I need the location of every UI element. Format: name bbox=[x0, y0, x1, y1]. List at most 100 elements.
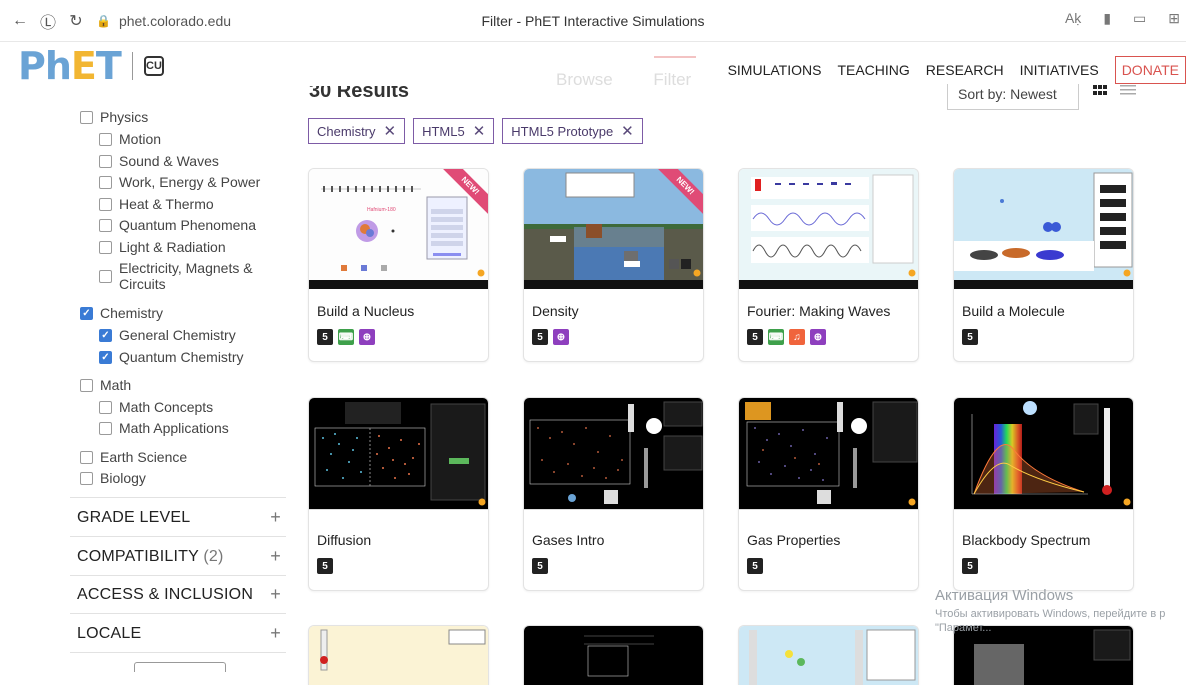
section-compatibility[interactable]: COMPATIBILITY (2) + bbox=[77, 547, 281, 566]
nav-teaching[interactable]: TEACHING bbox=[837, 62, 909, 78]
filter-sound-waves[interactable]: Sound & Waves bbox=[99, 153, 219, 169]
sim-card-row3-2[interactable] bbox=[523, 625, 704, 685]
sim-thumbnail[interactable] bbox=[309, 626, 489, 685]
filter-chemistry[interactable]: ✓ Chemistry bbox=[80, 305, 163, 321]
sim-thumbnail[interactable] bbox=[739, 626, 919, 685]
bookmark-icon[interactable]: ▮ bbox=[1103, 10, 1111, 27]
close-icon[interactable]: ✕ bbox=[621, 122, 634, 140]
filter-work-energy-power[interactable]: Work, Energy & Power bbox=[99, 174, 260, 190]
filter-math-applications[interactable]: Math Applications bbox=[99, 420, 229, 436]
nav-simulations[interactable]: SIMULATIONS bbox=[728, 62, 822, 78]
grid-view-icon[interactable] bbox=[1093, 85, 1107, 95]
back-icon[interactable]: ← bbox=[6, 7, 34, 35]
checkbox[interactable] bbox=[99, 241, 112, 254]
checkbox-checked[interactable]: ✓ bbox=[99, 351, 112, 364]
donate-button[interactable]: DONATE bbox=[1114, 56, 1186, 84]
checkbox[interactable] bbox=[99, 133, 112, 146]
html5-icon: 5 bbox=[317, 558, 333, 574]
sim-card-fourier[interactable]: Fourier: Making Waves 5 ⌨ ♫ ⊕ bbox=[738, 168, 919, 362]
cu-boulder-icon[interactable]: CU bbox=[144, 56, 164, 76]
reset-filters-button[interactable] bbox=[134, 662, 226, 672]
sim-thumbnail[interactable] bbox=[954, 626, 1134, 685]
sim-card-gases-intro[interactable]: Gases Intro 5 bbox=[523, 397, 704, 591]
checkbox-checked[interactable]: ✓ bbox=[99, 329, 112, 342]
checkbox[interactable] bbox=[99, 270, 112, 283]
close-icon[interactable]: ✕ bbox=[473, 122, 486, 140]
filter-math[interactable]: Math bbox=[80, 377, 131, 393]
filter-physics[interactable]: Physics bbox=[80, 109, 148, 125]
nav-initiatives[interactable]: INITIATIVES bbox=[1020, 62, 1099, 78]
sim-thumbnail[interactable] bbox=[524, 626, 704, 685]
checkbox[interactable] bbox=[99, 401, 112, 414]
section-locale[interactable]: LOCALE + bbox=[77, 624, 281, 643]
checkbox-checked[interactable]: ✓ bbox=[80, 307, 93, 320]
plus-icon[interactable]: + bbox=[270, 508, 281, 527]
plus-icon[interactable]: + bbox=[270, 547, 281, 566]
sim-title[interactable]: Gases Intro bbox=[532, 532, 703, 548]
section-access-inclusion[interactable]: ACCESS & INCLUSION + bbox=[77, 585, 281, 604]
chip-chemistry[interactable]: Chemistry ✕ bbox=[308, 118, 406, 144]
sim-title[interactable]: Build a Molecule bbox=[962, 303, 1133, 319]
sim-thumbnail[interactable] bbox=[739, 398, 918, 518]
nav-research[interactable]: RESEARCH bbox=[926, 62, 1004, 78]
sim-thumbnail[interactable] bbox=[954, 169, 1133, 289]
section-grade-level[interactable]: GRADE LEVEL + bbox=[77, 508, 281, 527]
reload-icon[interactable]: ↻ bbox=[62, 7, 90, 35]
sim-card-blackbody-spectrum[interactable]: Blackbody Spectrum 5 bbox=[953, 397, 1134, 591]
sim-card-gas-properties[interactable]: Gas Properties 5 bbox=[738, 397, 919, 591]
checkbox[interactable] bbox=[80, 472, 93, 485]
yandex-icon[interactable]: Ⓛ bbox=[34, 7, 62, 35]
chip-html5-prototype[interactable]: HTML5 Prototype ✕ bbox=[502, 118, 643, 144]
tab-filter[interactable]: Filter bbox=[653, 70, 691, 89]
sim-title[interactable]: Build a Nucleus bbox=[317, 303, 488, 319]
sim-thumbnail[interactable]: NEW! bbox=[524, 169, 703, 289]
checkbox[interactable] bbox=[99, 176, 112, 189]
checkbox[interactable] bbox=[80, 379, 93, 392]
sim-thumbnail[interactable] bbox=[739, 169, 918, 289]
translate-icon[interactable]: Aḳ bbox=[1065, 10, 1081, 27]
checkbox[interactable] bbox=[99, 198, 112, 211]
filter-heat-thermo[interactable]: Heat & Thermo bbox=[99, 196, 214, 212]
phet-logo[interactable]: PhET bbox=[18, 44, 122, 88]
html5-icon: 5 bbox=[532, 558, 548, 574]
filter-quantum-chemistry[interactable]: ✓ Quantum Chemistry bbox=[99, 349, 243, 365]
sort-select[interactable]: Sort by: Newest ⌄ bbox=[947, 84, 1079, 110]
sim-card-diffusion[interactable]: Diffusion 5 bbox=[308, 397, 489, 591]
sim-thumbnail[interactable] bbox=[954, 398, 1133, 518]
filter-earth-science[interactable]: Earth Science bbox=[80, 449, 187, 465]
filter-math-concepts[interactable]: Math Concepts bbox=[99, 399, 213, 415]
checkbox[interactable] bbox=[99, 422, 112, 435]
sim-card-row3-4[interactable] bbox=[953, 625, 1134, 685]
filter-motion[interactable]: Motion bbox=[99, 131, 161, 147]
extensions-icon[interactable]: ⊞ bbox=[1168, 10, 1180, 27]
checkbox[interactable] bbox=[80, 451, 93, 464]
sim-thumbnail[interactable]: Hafnium-180 NEW! bbox=[309, 169, 488, 289]
sim-card-row3-3[interactable] bbox=[738, 625, 919, 685]
sim-title[interactable]: Fourier: Making Waves bbox=[747, 303, 918, 319]
sim-title[interactable]: Density bbox=[532, 303, 703, 319]
checkbox[interactable] bbox=[99, 155, 112, 168]
tab-browse[interactable]: Browse bbox=[556, 70, 613, 89]
sim-title[interactable]: Diffusion bbox=[317, 532, 488, 548]
chip-html5[interactable]: HTML5 ✕ bbox=[413, 118, 495, 144]
sim-title[interactable]: Gas Properties bbox=[747, 532, 918, 548]
filter-general-chemistry[interactable]: ✓ General Chemistry bbox=[99, 327, 236, 343]
plus-icon[interactable]: + bbox=[270, 585, 281, 604]
checkbox[interactable] bbox=[99, 219, 112, 232]
filter-light-radiation[interactable]: Light & Radiation bbox=[99, 239, 226, 255]
sim-card-row3-1[interactable] bbox=[308, 625, 489, 685]
address-bar[interactable]: 🔒 phet.colorado.edu bbox=[96, 13, 231, 29]
checkbox[interactable] bbox=[80, 111, 93, 124]
list-view-icon[interactable] bbox=[1120, 84, 1136, 96]
sim-title[interactable]: Blackbody Spectrum bbox=[962, 532, 1133, 548]
sim-card-density[interactable]: NEW! Density 5 ⊕ bbox=[523, 168, 704, 362]
sim-thumbnail[interactable] bbox=[524, 398, 703, 518]
plus-icon[interactable]: + bbox=[270, 624, 281, 643]
close-icon[interactable]: ✕ bbox=[384, 122, 397, 140]
sim-card-build-a-molecule[interactable]: Build a Molecule 5 bbox=[953, 168, 1134, 362]
sim-card-build-a-nucleus[interactable]: Hafnium-180 NEW! Build a Nucleus 5 ⌨ ⊕ bbox=[308, 168, 489, 362]
filter-electricity[interactable]: Electricity, Magnets & Circuits bbox=[99, 260, 269, 292]
sim-thumbnail[interactable] bbox=[309, 398, 488, 518]
filter-quantum-phenomena[interactable]: Quantum Phenomena bbox=[99, 217, 256, 233]
filter-biology[interactable]: Biology bbox=[80, 470, 146, 486]
